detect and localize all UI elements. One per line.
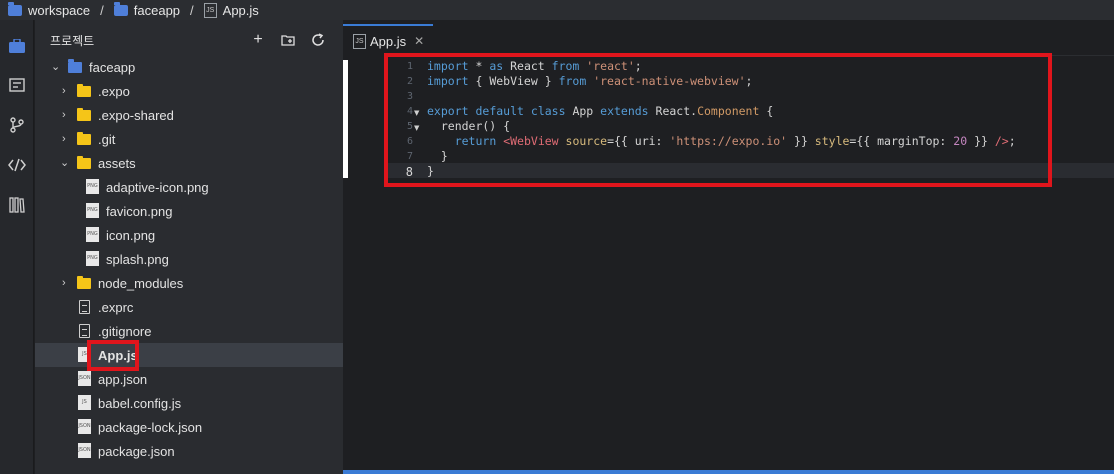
chevron-right-icon: › bbox=[62, 85, 66, 97]
tab-label: App.js bbox=[370, 33, 407, 49]
breadcrumb-item-workspace[interactable]: workspace bbox=[8, 0, 90, 20]
tree-item-expo-shared[interactable]: › .expo-shared bbox=[35, 103, 343, 127]
tree-item-label: faceapp bbox=[89, 59, 136, 75]
breadcrumb: workspace / faceapp / JS App.js bbox=[0, 0, 1114, 20]
json-file-icon: JSON bbox=[78, 371, 91, 386]
js-file-icon: JS bbox=[203, 2, 217, 18]
explorer-header: 프로젝트 + bbox=[35, 20, 343, 60]
tree-item-package-json[interactable]: JSON package.json bbox=[35, 439, 343, 463]
tree-item-icon[interactable]: PNG icon.png bbox=[35, 223, 343, 247]
tree-item-faceapp[interactable]: ⌄ faceapp bbox=[35, 55, 343, 79]
folder-icon bbox=[8, 1, 22, 16]
file-icon bbox=[79, 300, 90, 314]
tree-item-appjs[interactable]: JS App.js bbox=[35, 343, 343, 367]
tree-item-label: adaptive-icon.png bbox=[106, 179, 209, 195]
js-file-icon: JS bbox=[78, 395, 91, 410]
folder-icon bbox=[113, 1, 128, 16]
tree-item-label: assets bbox=[98, 155, 136, 171]
activity-bar bbox=[0, 20, 34, 474]
new-folder-icon[interactable] bbox=[281, 33, 295, 47]
project-explorer: 프로젝트 + ⌄ faceapp › .expo › .expo-shared … bbox=[35, 20, 343, 474]
chevron-right-icon: › bbox=[62, 133, 66, 145]
tree-item-label: .git bbox=[98, 131, 116, 147]
breadcrumb-label: faceapp bbox=[133, 2, 181, 18]
tree-item-label: .expo-shared bbox=[98, 107, 174, 123]
tree-item-label: .expo bbox=[98, 83, 130, 99]
json-file-icon: JSON bbox=[78, 443, 91, 458]
code-icon[interactable] bbox=[4, 153, 30, 177]
tree-item-label: package.json bbox=[98, 443, 175, 459]
tree-item-label: package-lock.json bbox=[98, 419, 203, 435]
png-file-icon: PNG bbox=[86, 203, 99, 218]
tree-item-exprc[interactable]: .exprc bbox=[35, 295, 343, 319]
folder-icon bbox=[77, 132, 91, 145]
explorer-title: 프로젝트 bbox=[50, 33, 95, 48]
tree-item-package-lock[interactable]: JSON package-lock.json bbox=[35, 415, 343, 439]
chevron-down-icon: ⌄ bbox=[51, 61, 61, 73]
breadcrumb-item-appjs[interactable]: JS App.js bbox=[203, 0, 259, 20]
code-editor: JS App.js ✕ 1 2 3 4 5 6 7 8 ▼ ▼ import *… bbox=[343, 20, 1114, 474]
tree-item-label: .gitignore bbox=[98, 323, 152, 339]
file-icon bbox=[79, 324, 90, 338]
breadcrumb-item-faceapp[interactable]: faceapp bbox=[113, 0, 181, 20]
tree-item-label: app.json bbox=[98, 371, 148, 387]
tree-item-app-json[interactable]: JSON app.json bbox=[35, 367, 343, 391]
project-icon[interactable] bbox=[4, 34, 30, 58]
outline-icon[interactable] bbox=[4, 73, 30, 97]
tree-item-label: babel.config.js bbox=[98, 395, 182, 411]
tree-item-assets[interactable]: ⌄ assets bbox=[35, 151, 343, 175]
folder-icon bbox=[68, 59, 82, 73]
tree-item-node-modules[interactable]: › node_modules bbox=[35, 271, 343, 295]
gutter-marker bbox=[343, 60, 348, 178]
tree-item-gitignore[interactable]: .gitignore bbox=[35, 319, 343, 343]
library-icon[interactable] bbox=[4, 193, 30, 217]
status-strip bbox=[343, 470, 1114, 474]
breadcrumb-label: workspace bbox=[28, 2, 91, 18]
chevron-right-icon: › bbox=[62, 109, 66, 121]
folder-icon bbox=[77, 108, 91, 121]
annotation-box-code bbox=[384, 53, 1052, 187]
tree-item-expo[interactable]: › .expo bbox=[35, 79, 343, 103]
tree-item-label: .exprc bbox=[98, 299, 134, 315]
chevron-down-icon: ⌄ bbox=[60, 157, 70, 169]
folder-icon bbox=[77, 84, 91, 97]
tree-item-adaptive-icon[interactable]: PNG adaptive-icon.png bbox=[35, 175, 343, 199]
png-file-icon: PNG bbox=[86, 251, 99, 266]
breadcrumb-separator: / bbox=[100, 2, 104, 18]
breadcrumb-label: App.js bbox=[222, 2, 259, 18]
annotation-box-file bbox=[87, 340, 139, 371]
folder-icon bbox=[77, 276, 91, 289]
png-file-icon: PNG bbox=[86, 227, 99, 242]
tree-item-label: splash.png bbox=[106, 251, 169, 267]
refresh-icon[interactable] bbox=[311, 33, 325, 47]
tree-item-babel-config[interactable]: JS babel.config.js bbox=[35, 391, 343, 415]
folder-open-icon bbox=[77, 156, 91, 169]
tree-item-splash[interactable]: PNG splash.png bbox=[35, 247, 343, 271]
tab-appjs[interactable]: JS App.js ✕ bbox=[343, 24, 433, 56]
close-icon[interactable]: ✕ bbox=[414, 34, 424, 48]
tree-item-git[interactable]: › .git bbox=[35, 127, 343, 151]
tree-item-label: icon.png bbox=[106, 227, 156, 243]
chevron-right-icon: › bbox=[62, 277, 66, 289]
js-file-icon: JS bbox=[353, 33, 366, 49]
add-icon[interactable]: + bbox=[251, 31, 265, 48]
git-branch-icon[interactable] bbox=[4, 113, 30, 137]
breadcrumb-separator: / bbox=[190, 2, 194, 18]
json-file-icon: JSON bbox=[78, 419, 91, 434]
tree-item-favicon[interactable]: PNG favicon.png bbox=[35, 199, 343, 223]
tree-item-label: favicon.png bbox=[106, 203, 173, 219]
tree-item-label: node_modules bbox=[98, 275, 184, 291]
png-file-icon: PNG bbox=[86, 179, 99, 194]
tab-bar: JS App.js ✕ bbox=[343, 20, 1114, 56]
